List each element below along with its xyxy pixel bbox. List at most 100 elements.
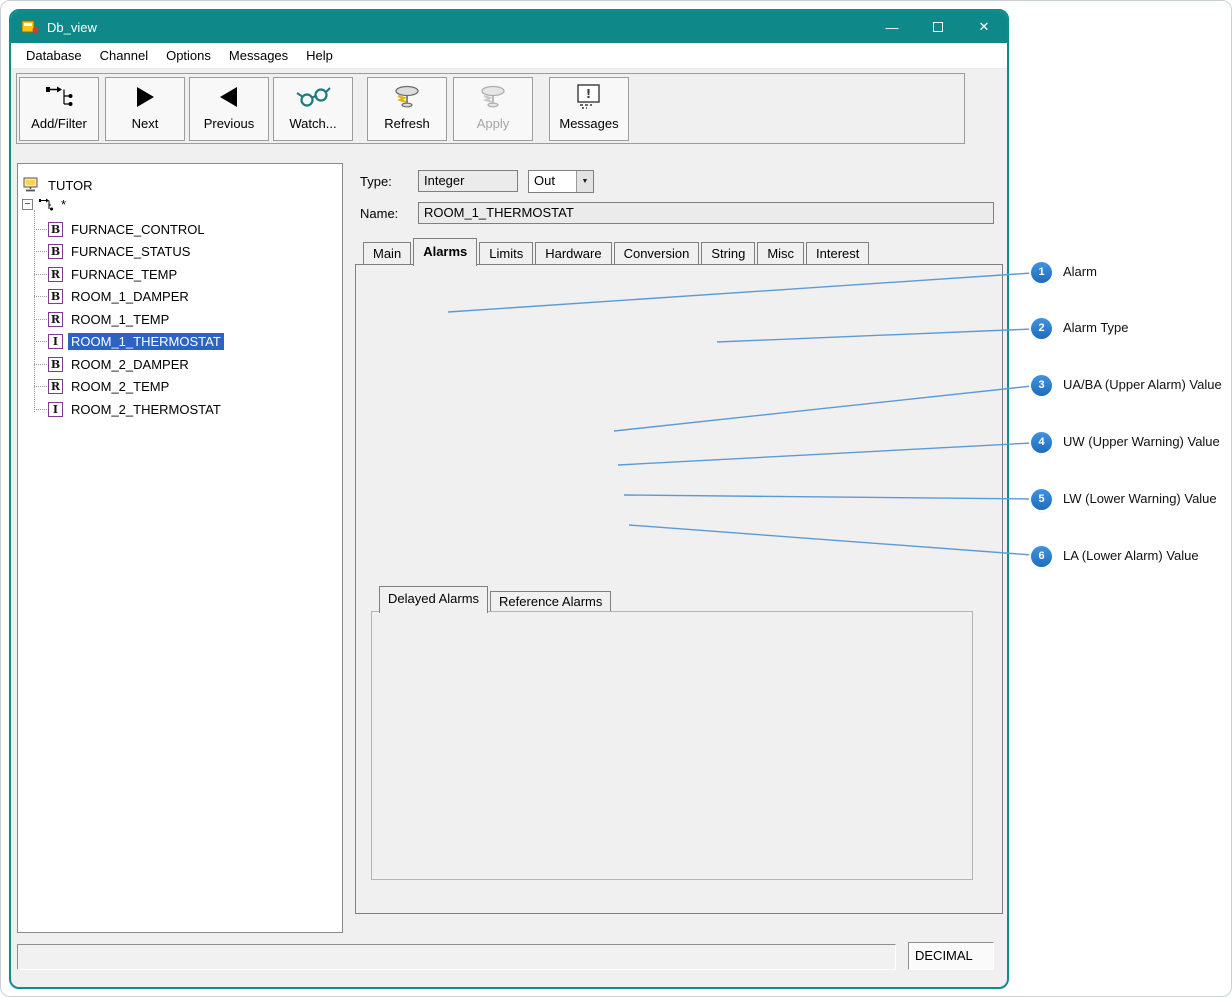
type-label: Type: [360, 174, 392, 189]
tab-conversion[interactable]: Conversion [614, 242, 700, 264]
tree-item-label: FURNACE_TEMP [68, 266, 180, 283]
menu-item-messages[interactable]: Messages [220, 48, 297, 63]
point-tree-panel: TUTOR − * B [17, 163, 343, 933]
db-view-window: Db_view — ✕ Database Channel Options Mes… [9, 9, 1009, 989]
next-button[interactable]: Next [105, 77, 185, 141]
tree-item-label: FURNACE_STATUS [68, 243, 193, 260]
add-filter-icon [44, 78, 74, 116]
tree-root-label: TUTOR [45, 177, 96, 194]
tab-alarms[interactable]: Alarms [413, 238, 477, 266]
menu-item-help[interactable]: Help [297, 48, 342, 63]
name-field: ROOM_1_THERMOSTAT [418, 202, 994, 224]
tree-item-selected[interactable]: I ROOM_1_THERMOSTAT [48, 332, 224, 350]
point-type-icon: B [48, 289, 63, 304]
subtab-delayed-alarms[interactable]: Delayed Alarms [379, 586, 488, 613]
callout-2-label: Alarm Type [1063, 320, 1129, 335]
callout-3-label: UA/BA (Upper Alarm) Value [1063, 377, 1222, 392]
filter-node-icon [38, 197, 53, 212]
maximize-button[interactable] [915, 11, 961, 43]
tree-item-label: ROOM_1_THERMOSTAT [68, 333, 224, 350]
type-field: Integer [418, 170, 518, 192]
messages-icon: ! [574, 78, 604, 116]
add-filter-label: Add/Filter [31, 116, 87, 131]
toolbar: Add/Filter Next Previous [16, 73, 965, 144]
point-type-icon: B [48, 222, 63, 237]
page: Db_view — ✕ Database Channel Options Mes… [0, 0, 1232, 997]
direction-combobox[interactable]: Out ▼ [528, 170, 594, 193]
callout-6-label: LA (Lower Alarm) Value [1063, 548, 1199, 563]
tree-item-label: ROOM_2_TEMP [68, 378, 172, 395]
chevron-down-icon[interactable]: ▼ [576, 171, 593, 192]
status-mode-field: DECIMAL [908, 942, 994, 970]
point-type-icon: I [48, 334, 63, 349]
tree-branch[interactable]: − * [22, 195, 69, 213]
tree-item[interactable]: R FURNACE_TEMP [48, 265, 180, 283]
tree-item-label: ROOM_1_DAMPER [68, 288, 192, 305]
refresh-icon [390, 78, 424, 116]
callout-1-badge: 1 [1031, 262, 1052, 283]
menu-item-database[interactable]: Database [17, 48, 91, 63]
callout-4-badge: 4 [1031, 432, 1052, 453]
callout-5-badge: 5 [1031, 489, 1052, 510]
subtab-reference-alarms[interactable]: Reference Alarms [490, 591, 611, 611]
watch-icon [295, 78, 331, 116]
tree-item[interactable]: B ROOM_1_DAMPER [48, 287, 192, 305]
callout-2-badge: 2 [1031, 318, 1052, 339]
tree-item-label: ROOM_1_TEMP [68, 311, 172, 328]
messages-button[interactable]: ! Messages [549, 77, 629, 141]
apply-label: Apply [477, 116, 510, 131]
previous-icon [216, 78, 242, 116]
callout-5-label: LW (Lower Warning) Value [1063, 491, 1217, 506]
point-type-icon: R [48, 379, 63, 394]
minimize-button[interactable]: — [869, 11, 915, 43]
tree-connector-line [34, 210, 35, 412]
menu-item-options[interactable]: Options [157, 48, 220, 63]
collapse-expander-icon[interactable]: − [22, 199, 33, 210]
next-label: Next [132, 116, 159, 131]
tree-root[interactable]: TUTOR [22, 176, 96, 194]
alarm-subtab-strip: Delayed Alarms Reference Alarms [379, 586, 613, 611]
tree-item[interactable]: R ROOM_2_TEMP [48, 377, 172, 395]
previous-label: Previous [204, 116, 255, 131]
tab-interest[interactable]: Interest [806, 242, 869, 264]
apply-button: Apply [453, 77, 533, 141]
tree-item[interactable]: I ROOM_2_THERMOSTAT [48, 400, 224, 418]
point-type-icon: B [48, 244, 63, 259]
previous-button[interactable]: Previous [189, 77, 269, 141]
tree-item[interactable]: B FURNACE_CONTROL [48, 220, 208, 238]
tab-string[interactable]: String [701, 242, 755, 264]
window-controls: — ✕ [869, 11, 1007, 43]
title-bar: Db_view — ✕ [11, 11, 1007, 43]
point-type-icon: I [48, 402, 63, 417]
direction-value: Out [534, 173, 573, 188]
callout-1-label: Alarm [1063, 264, 1097, 279]
window-title: Db_view [47, 20, 97, 35]
tab-misc[interactable]: Misc [757, 242, 804, 264]
callout-4-label: UW (Upper Warning) Value [1063, 434, 1220, 449]
menu-bar: Database Channel Options Messages Help [11, 43, 1007, 69]
tree-item-label: ROOM_2_THERMOSTAT [68, 401, 224, 418]
tab-main[interactable]: Main [363, 242, 411, 264]
point-type-icon: B [48, 357, 63, 372]
watch-label: Watch... [289, 116, 336, 131]
menu-item-channel[interactable]: Channel [91, 48, 157, 63]
tree-item[interactable]: B FURNACE_STATUS [48, 242, 193, 260]
project-icon [22, 177, 40, 193]
status-message-field [17, 944, 896, 970]
tab-hardware[interactable]: Hardware [535, 242, 611, 264]
watch-button[interactable]: Watch... [273, 77, 353, 141]
tab-limits[interactable]: Limits [479, 242, 533, 264]
close-button[interactable]: ✕ [961, 11, 1007, 43]
add-filter-button[interactable]: Add/Filter [19, 77, 99, 141]
point-type-icon: R [48, 312, 63, 327]
callout-3-badge: 3 [1031, 375, 1052, 396]
maximize-icon [933, 22, 943, 32]
delayed-alarms-panel [371, 611, 973, 880]
tree-item-label: ROOM_2_DAMPER [68, 356, 192, 373]
refresh-button[interactable]: Refresh [367, 77, 447, 141]
app-icon [21, 19, 39, 35]
svg-text:!: ! [586, 87, 591, 101]
tree-branch-label: * [58, 196, 69, 213]
tree-item[interactable]: B ROOM_2_DAMPER [48, 355, 192, 373]
tree-item[interactable]: R ROOM_1_TEMP [48, 310, 172, 328]
